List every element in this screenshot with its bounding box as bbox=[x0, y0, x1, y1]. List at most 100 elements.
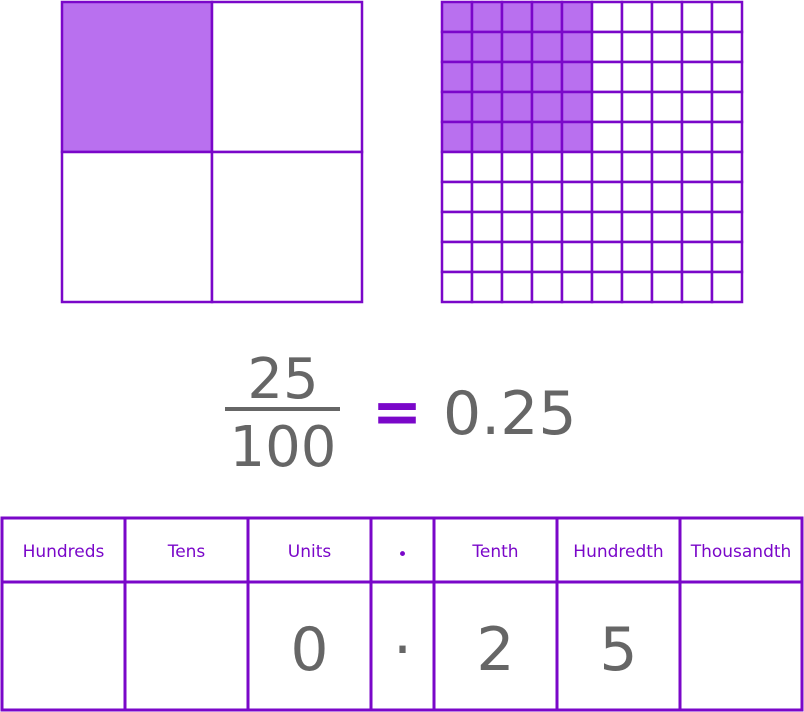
grid-cell bbox=[530, 90, 564, 124]
place-digit: 2 bbox=[476, 615, 514, 685]
grid-cell bbox=[590, 30, 624, 64]
grid-cell bbox=[530, 240, 564, 274]
grid-cell bbox=[470, 270, 504, 304]
grid-cell bbox=[440, 270, 474, 304]
grid-cell bbox=[470, 120, 504, 154]
column-header: Thousandth bbox=[690, 542, 792, 562]
grid-cell bbox=[530, 0, 564, 34]
grid-cell bbox=[530, 120, 564, 154]
grid-cell bbox=[470, 210, 504, 244]
grid-cell bbox=[440, 180, 474, 214]
grid-cell bbox=[560, 30, 594, 64]
grid-cell bbox=[710, 90, 744, 124]
grid-cell bbox=[500, 120, 534, 154]
grid-cell bbox=[560, 120, 594, 154]
grid-cell bbox=[680, 90, 714, 124]
grid-cell bbox=[650, 0, 684, 34]
column-header: Hundredth bbox=[573, 542, 663, 562]
grid-cell bbox=[710, 30, 744, 64]
column-header: Units bbox=[288, 542, 332, 562]
grid-cell bbox=[530, 210, 564, 244]
grid-cell bbox=[560, 180, 594, 214]
grid-cell bbox=[680, 270, 714, 304]
decimal-value: 0.25 bbox=[443, 379, 577, 449]
grid-cell bbox=[710, 150, 744, 184]
quarter-cell bbox=[60, 0, 214, 154]
grid-cell bbox=[650, 240, 684, 274]
grid-cell bbox=[440, 150, 474, 184]
grid-cell bbox=[470, 90, 504, 124]
grid-cell bbox=[500, 240, 534, 274]
grid-cell bbox=[590, 240, 624, 274]
column-header: Hundreds bbox=[23, 542, 105, 562]
grid-cell bbox=[500, 0, 534, 34]
grid-cell bbox=[620, 210, 654, 244]
grid-cell bbox=[620, 240, 654, 274]
grid-cell bbox=[590, 120, 624, 154]
grid-cell bbox=[620, 270, 654, 304]
grid-cell bbox=[590, 270, 624, 304]
decimal-diagram: 25 100 = 0.25 Hundreds Tens Units0•·Tenth2… bbox=[0, 0, 804, 712]
place-digit: 5 bbox=[599, 615, 637, 685]
grid-cell bbox=[620, 0, 654, 34]
fraction-equation: 25 100 = 0.25 bbox=[225, 347, 577, 480]
grid-cell bbox=[620, 120, 654, 154]
grid-cell bbox=[680, 210, 714, 244]
grid-cell bbox=[560, 240, 594, 274]
denominator: 100 bbox=[230, 415, 337, 480]
grid-cell bbox=[470, 0, 504, 34]
grid-cell bbox=[440, 240, 474, 274]
value-cell bbox=[678, 580, 804, 712]
grid-cell bbox=[560, 210, 594, 244]
grid-cell bbox=[530, 150, 564, 184]
grid-cell bbox=[710, 120, 744, 154]
grid-cell bbox=[560, 60, 594, 94]
grid-cell bbox=[710, 60, 744, 94]
grid-cell bbox=[650, 120, 684, 154]
grid-cell bbox=[710, 180, 744, 214]
grid-cell bbox=[680, 150, 714, 184]
grid-cell bbox=[470, 180, 504, 214]
grid-cell bbox=[680, 0, 714, 34]
grid-cell bbox=[470, 30, 504, 64]
quarter-cell bbox=[210, 150, 364, 304]
grid-cell bbox=[440, 0, 474, 34]
grid-cell bbox=[500, 180, 534, 214]
grid-cell bbox=[500, 60, 534, 94]
grid-cell bbox=[440, 120, 474, 154]
grid-cell bbox=[530, 30, 564, 64]
grid-cell bbox=[530, 60, 564, 94]
grid-cell bbox=[560, 150, 594, 184]
grid-cell bbox=[470, 60, 504, 94]
value-cell bbox=[123, 580, 250, 712]
column-header: Tens bbox=[167, 542, 206, 562]
grid-cell bbox=[500, 90, 534, 124]
grid-cell bbox=[560, 270, 594, 304]
grid-cell bbox=[560, 90, 594, 124]
column-header: • bbox=[397, 545, 407, 565]
grid-cell bbox=[500, 270, 534, 304]
grid-cell bbox=[590, 60, 624, 94]
grid-cell bbox=[650, 180, 684, 214]
grid-cell bbox=[710, 270, 744, 304]
grid-cell bbox=[590, 150, 624, 184]
grid-cell bbox=[590, 0, 624, 34]
grid-cell bbox=[650, 210, 684, 244]
place-digit: 0 bbox=[290, 615, 328, 685]
grid-cell bbox=[620, 180, 654, 214]
grid-cell bbox=[680, 30, 714, 64]
grid-cell bbox=[560, 0, 594, 34]
grid-cell bbox=[590, 90, 624, 124]
grid-cell bbox=[710, 210, 744, 244]
grid-cell bbox=[650, 60, 684, 94]
grid-cell bbox=[650, 30, 684, 64]
value-cell bbox=[0, 580, 127, 712]
grid-cell bbox=[710, 240, 744, 274]
quarter-cell bbox=[60, 150, 214, 304]
quarter-square-model bbox=[60, 0, 364, 304]
grid-cell bbox=[470, 240, 504, 274]
grid-cell bbox=[590, 210, 624, 244]
grid-cell bbox=[680, 60, 714, 94]
grid-cell bbox=[680, 180, 714, 214]
grid-cell bbox=[620, 150, 654, 184]
